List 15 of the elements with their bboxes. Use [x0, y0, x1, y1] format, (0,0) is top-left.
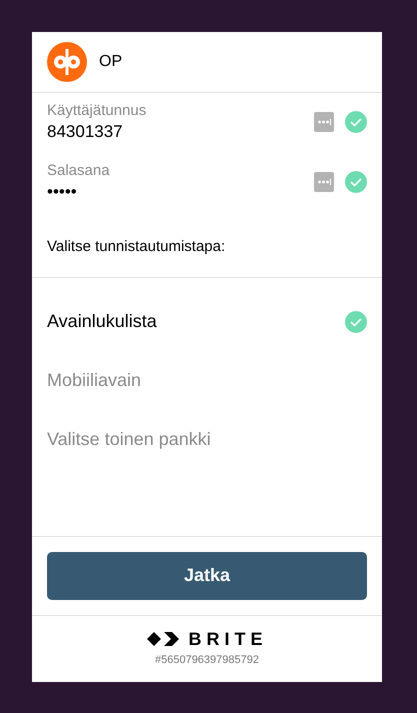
password-manager-icon[interactable] [314, 112, 334, 132]
password-manager-icon[interactable] [314, 172, 334, 192]
bank-logo-icon [47, 42, 87, 82]
brand-name: BRITE [188, 630, 268, 648]
method-prompt: Valitse tunnistautumistapa: [47, 238, 226, 255]
field-label: Salasana [47, 161, 111, 181]
method-option[interactable]: Avainlukulista [47, 292, 367, 351]
field-value[interactable]: 84301337 [47, 121, 314, 143]
check-icon [345, 310, 367, 332]
field-value[interactable]: ••••• [47, 181, 314, 203]
brand-logo-icon [146, 632, 180, 646]
reference-number: #5650796397985792 [154, 652, 259, 668]
bank-name: OP [99, 52, 122, 72]
continue-button[interactable]: Jatka [47, 552, 367, 600]
field-label: Käyttäjätunnus [47, 101, 148, 121]
